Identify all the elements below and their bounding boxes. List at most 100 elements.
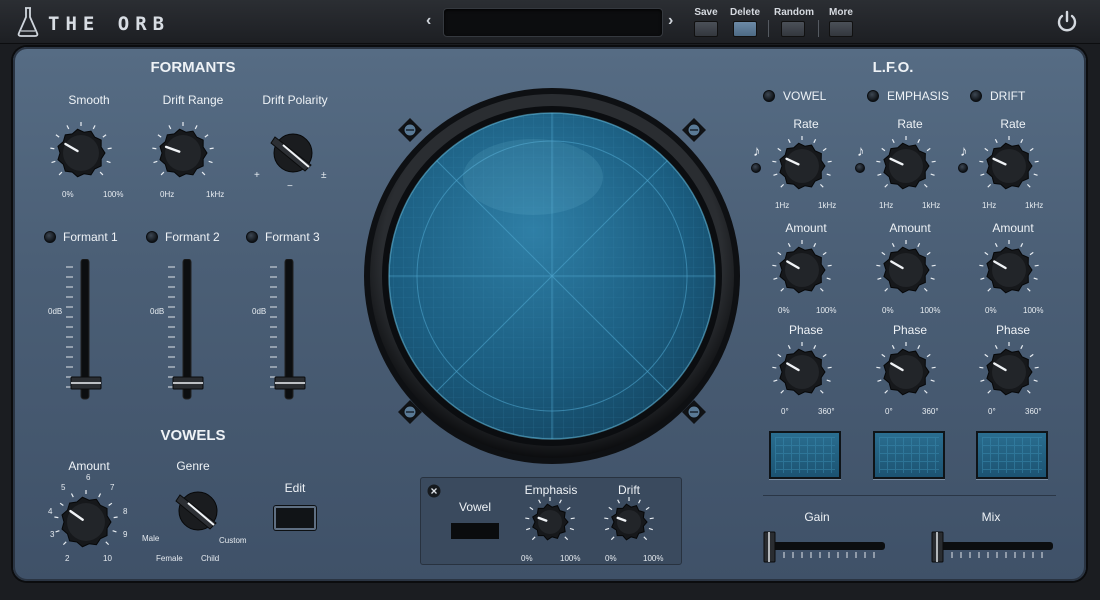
preset-display[interactable] [443,8,663,37]
more-button[interactable]: More [827,7,855,37]
smooth-label: Smooth [68,93,110,107]
lfo-drift-phase-min: 0° [988,407,996,416]
lfo-emphasis-phase-knob[interactable] [873,339,939,410]
lfo-emphasis-amount-max: 100% [920,306,941,315]
drift-range-knob[interactable] [149,119,217,192]
edit-button[interactable] [274,506,316,530]
lfo-drift-rate-knob[interactable] [976,133,1042,204]
lfo-vowel-amount-label: Amount [785,221,827,235]
formant1-0db: 0dB [48,307,63,316]
smooth-max: 100% [103,190,124,199]
sync-note-icon[interactable]: ♪ [857,143,865,160]
amount-tick-7: 7 [110,483,115,492]
prev-preset-icon[interactable]: ‹ [426,12,431,30]
genre-male: Male [142,534,160,543]
formant1-label: Formant 1 [63,230,118,244]
smooth-knob[interactable] [47,119,115,192]
gain-slider[interactable] [763,530,889,571]
lfo-drift-phase-label: Phase [995,323,1031,337]
amount-tick-5: 5 [61,483,66,492]
lfo-vowel-rate-knob[interactable] [769,133,835,204]
smooth-min: 0% [62,190,74,199]
lfo-emphasis-sync-led[interactable] [855,163,865,173]
orb-screw-bl [397,399,423,430]
lfo-drift-phase-max: 360° [1025,407,1042,416]
power-icon[interactable] [1055,10,1079,34]
plugin-window: THE ORB ‹ › Save Delete Random More FORM… [0,0,1100,600]
lfo-emphasis-rate-knob[interactable] [873,133,939,204]
genre-custom: Custom [219,536,247,545]
amount-tick-2: 2 [65,554,70,563]
sync-note-icon[interactable]: ♪ [753,143,761,160]
lfo-vowel-sync-led[interactable] [751,163,761,173]
gain-label: Gain [804,510,830,524]
orb-point-panel: Vowel Emphasis 0% 100% Drift 0% 100% [420,477,682,565]
save-button[interactable]: Save [693,7,719,37]
formant2-led[interactable] [146,231,158,243]
drift-polarity-label: Drift Polarity [262,93,328,107]
lfo-drift-sync-led[interactable] [958,163,968,173]
toolbar-divider [768,20,769,37]
lfo-emphasis-phase-label: Phase [892,323,928,337]
drift-polarity-switch[interactable] [263,129,325,186]
mix-slider[interactable] [931,530,1057,571]
lfo-drift-led[interactable] [970,90,982,102]
lfo-drift-waveform-display[interactable] [976,431,1048,479]
lfo-drift-phase-knob[interactable] [976,339,1042,410]
formant3-led[interactable] [246,231,258,243]
formant3-0db: 0dB [252,307,267,316]
vowels-title: VOWELS [160,427,226,444]
orb-screw-tr [681,117,707,148]
formant2-label: Formant 2 [165,230,220,244]
lfo-vowel-led[interactable] [763,90,775,102]
drift-min: 0% [605,554,617,563]
vowel-amount-knob[interactable] [51,487,121,562]
main-panel: FORMANTS Smooth 0% 100% Drift Range 0Hz … [13,47,1086,581]
delete-button[interactable]: Delete [729,7,761,37]
drift-range-label: Drift Range [162,93,224,107]
lfo-drift-amount-knob[interactable] [976,237,1042,308]
formant1-slider[interactable] [65,258,105,406]
lfo-vowel-amount-min: 0% [778,306,790,315]
vowel-display [451,523,499,539]
lfo-emphasis-amount-knob[interactable] [873,237,939,308]
polarity-minus: − [287,181,293,192]
lfo-vowel-amount-knob[interactable] [769,237,835,308]
edit-label: Edit [284,481,306,495]
sync-note-icon[interactable]: ♪ [960,143,968,160]
drift-range-min: 0Hz [160,190,175,199]
formant2-slider[interactable] [167,258,207,406]
drift-knob[interactable] [601,494,657,555]
lfo-emphasis-waveform-display[interactable] [873,431,945,479]
emphasis-knob[interactable] [522,494,578,555]
lfo-drift-rate-label: Rate [1000,117,1026,131]
amount-tick-3: 3 [50,530,55,539]
random-button[interactable]: Random [774,7,814,37]
lfo-drift-amount-min: 0% [985,306,997,315]
amount-tick-4: 4 [48,507,53,516]
lfo-vowel-phase-min: 0° [781,407,789,416]
lfo-title: L.F.O. [872,59,914,76]
lfo-drift-amount-label: Amount [992,221,1034,235]
emphasis-max: 100% [560,554,581,563]
lfo-vowel-rate-max: 1kHz [818,201,837,210]
drift-range-max: 1kHz [206,190,225,199]
lfo-emphasis-rate-label: Rate [897,117,923,131]
genre-label: Genre [176,459,210,473]
lfo-emphasis-led[interactable] [867,90,879,102]
lfo-vowel-waveform-display[interactable] [769,431,841,479]
lfo-vowel-amount-max: 100% [816,306,837,315]
formant3-slider[interactable] [269,258,309,406]
next-preset-icon[interactable]: › [668,12,673,30]
top-bar: THE ORB ‹ › Save Delete Random More [0,0,1100,44]
lfo-vowel-phase-knob[interactable] [769,339,835,410]
flask-logo-icon [17,7,39,37]
amount-tick-10: 10 [103,554,112,563]
lfo-emphasis-amount-min: 0% [882,306,894,315]
formant1-led[interactable] [44,231,56,243]
polarity-plusminus: ± [321,170,327,181]
close-icon[interactable] [427,484,441,498]
lfo-divider [763,495,1056,496]
orb-screw-tl [397,117,423,148]
emphasis-min: 0% [521,554,533,563]
